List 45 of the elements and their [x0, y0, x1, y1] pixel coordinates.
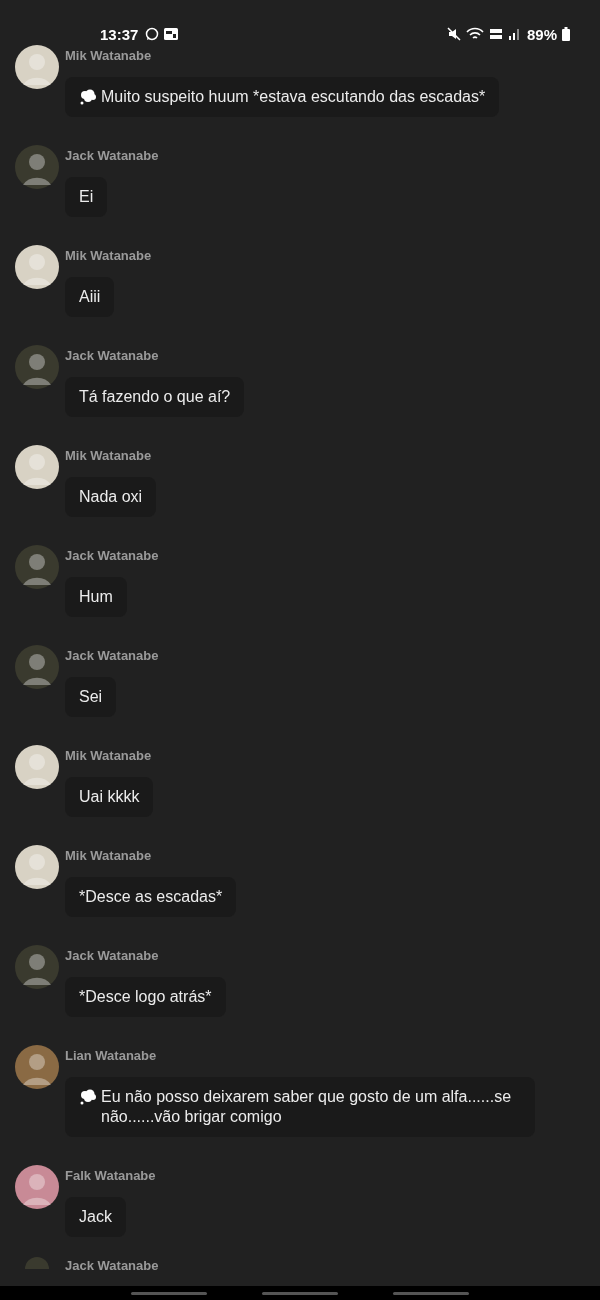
message-text: Uai kkkk [79, 787, 140, 807]
author-name[interactable]: Falk Watanabe [65, 1168, 156, 1184]
thought-bubble-icon [79, 89, 97, 105]
battery-icon [562, 27, 570, 41]
message-text: Aiii [79, 287, 101, 307]
nav-handle[interactable] [393, 1291, 469, 1295]
message-text: Jack [79, 1207, 112, 1227]
notification-icon [164, 28, 179, 40]
avatar[interactable] [15, 245, 59, 289]
nav-handle[interactable] [131, 1291, 207, 1295]
author-name[interactable]: Jack Watanabe [65, 1258, 159, 1274]
avatar[interactable] [15, 1045, 59, 1089]
author-name[interactable]: Jack Watanabe [65, 548, 159, 564]
avatar[interactable] [15, 45, 59, 89]
author-name[interactable]: Jack Watanabe [65, 648, 159, 664]
message-text: Sei [79, 687, 103, 707]
message-text: Nada oxi [79, 487, 143, 507]
mute-icon [446, 27, 461, 41]
message-text: Ei [79, 187, 94, 207]
author-name[interactable]: Mik Watanabe [65, 748, 152, 764]
author-name[interactable]: Mik Watanabe [65, 448, 152, 464]
signal-icon [507, 28, 520, 40]
chat-app-icon [145, 27, 160, 41]
nav-handle[interactable] [262, 1291, 338, 1295]
battery-level: 89% [526, 25, 557, 43]
message-text: *Desce as escadas* [79, 887, 223, 907]
thought-bubble-icon [79, 1089, 97, 1105]
status-time: 13:37 [100, 25, 139, 43]
message-text: Eu não posso deixarem saber que gosto de um alfa......se não......vão brigar comigo [101, 1087, 513, 1127]
author-name[interactable]: Jack Watanabe [65, 948, 159, 964]
author-name[interactable]: Lian Watanabe [65, 1048, 157, 1064]
author-name[interactable]: Jack Watanabe [65, 348, 159, 364]
wifi-icon [465, 27, 484, 41]
avatar[interactable] [15, 845, 59, 889]
author-name[interactable]: Mik Watanabe [65, 248, 152, 264]
avatar[interactable] [15, 745, 59, 789]
avatar[interactable] [15, 445, 59, 489]
message-text: Muito suspeito huum *estava escutando das escadas* [101, 87, 486, 107]
avatar[interactable] [15, 1165, 59, 1209]
message-text: Tá fazendo o que aí? [79, 387, 231, 407]
author-name[interactable]: Mik Watanabe [65, 48, 152, 64]
message-text: *Desce logo atrás* [79, 987, 212, 1007]
author-name[interactable]: Jack Watanabe [65, 148, 159, 164]
author-name[interactable]: Mik Watanabe [65, 848, 152, 864]
message-text: Hum [79, 587, 113, 607]
